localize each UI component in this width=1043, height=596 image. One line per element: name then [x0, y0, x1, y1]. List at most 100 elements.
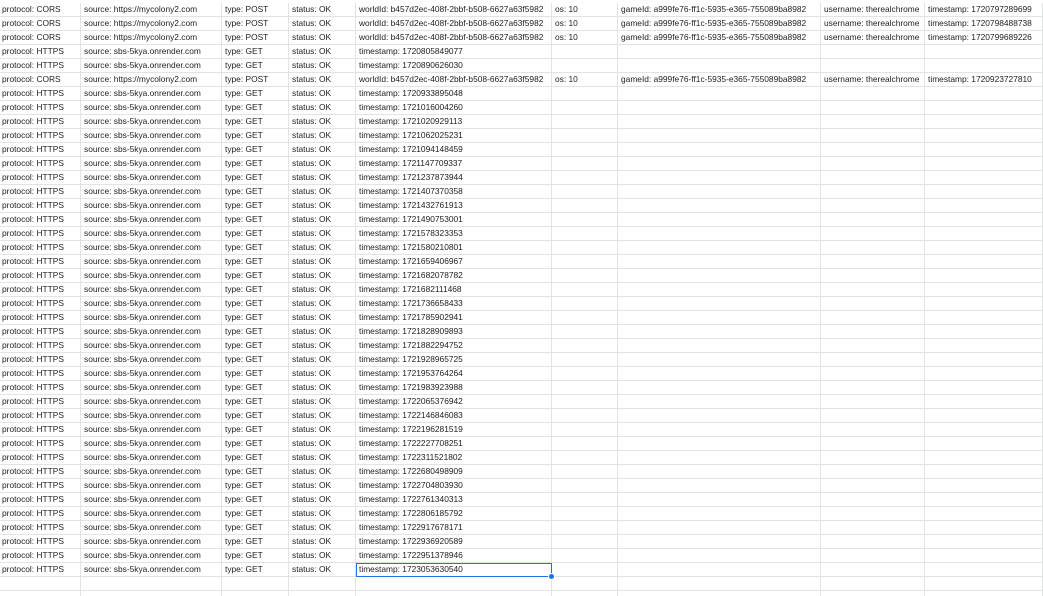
- table-cell[interactable]: [618, 101, 821, 115]
- table-cell[interactable]: status: OK: [289, 45, 356, 59]
- table-cell[interactable]: protocol: HTTPS: [0, 367, 81, 381]
- table-cell[interactable]: [925, 255, 1043, 269]
- table-cell[interactable]: [289, 577, 356, 591]
- table-cell[interactable]: type: GET: [222, 409, 289, 423]
- table-cell[interactable]: username: therealchrome: [821, 17, 925, 31]
- table-cell[interactable]: type: GET: [222, 479, 289, 493]
- table-cell[interactable]: [925, 171, 1043, 185]
- table-cell[interactable]: [552, 437, 618, 451]
- table-cell[interactable]: type: GET: [222, 115, 289, 129]
- table-cell[interactable]: [552, 157, 618, 171]
- table-cell[interactable]: source: sbs-5kya.onrender.com: [81, 521, 222, 535]
- table-cell[interactable]: status: OK: [289, 353, 356, 367]
- table-cell[interactable]: timestamp: 1721953764264: [356, 367, 552, 381]
- table-cell[interactable]: type: GET: [222, 521, 289, 535]
- table-cell[interactable]: source: sbs-5kya.onrender.com: [81, 129, 222, 143]
- table-cell[interactable]: status: OK: [289, 549, 356, 563]
- table-cell[interactable]: [552, 297, 618, 311]
- table-cell[interactable]: source: sbs-5kya.onrender.com: [81, 213, 222, 227]
- table-cell[interactable]: type: GET: [222, 437, 289, 451]
- table-cell[interactable]: source: sbs-5kya.onrender.com: [81, 465, 222, 479]
- table-cell[interactable]: timestamp: 1721882294752: [356, 339, 552, 353]
- table-cell[interactable]: [618, 535, 821, 549]
- table-cell[interactable]: status: OK: [289, 521, 356, 535]
- table-cell[interactable]: status: OK: [289, 241, 356, 255]
- table-cell[interactable]: timestamp: 1722196281519: [356, 423, 552, 437]
- table-cell[interactable]: [821, 157, 925, 171]
- table-cell[interactable]: status: OK: [289, 31, 356, 45]
- table-cell[interactable]: timestamp: 1721147709337: [356, 157, 552, 171]
- table-cell[interactable]: [821, 171, 925, 185]
- table-cell[interactable]: type: GET: [222, 185, 289, 199]
- table-cell[interactable]: [552, 171, 618, 185]
- table-cell[interactable]: [925, 451, 1043, 465]
- table-cell[interactable]: [925, 577, 1043, 591]
- table-cell[interactable]: type: GET: [222, 311, 289, 325]
- table-cell[interactable]: timestamp: 1720933895048: [356, 87, 552, 101]
- table-cell[interactable]: protocol: HTTPS: [0, 395, 81, 409]
- table-cell[interactable]: timestamp: 1721736658433: [356, 297, 552, 311]
- table-cell[interactable]: type: POST: [222, 3, 289, 17]
- table-cell[interactable]: [552, 227, 618, 241]
- table-cell[interactable]: timestamp: 1721983923988: [356, 381, 552, 395]
- table-cell[interactable]: status: OK: [289, 381, 356, 395]
- table-cell[interactable]: timestamp: 1721407370358: [356, 185, 552, 199]
- table-cell[interactable]: protocol: HTTPS: [0, 563, 81, 577]
- table-cell[interactable]: source: sbs-5kya.onrender.com: [81, 199, 222, 213]
- table-cell[interactable]: source: sbs-5kya.onrender.com: [81, 493, 222, 507]
- table-cell[interactable]: [81, 591, 222, 596]
- table-cell[interactable]: [925, 143, 1043, 157]
- table-cell[interactable]: type: GET: [222, 143, 289, 157]
- table-cell[interactable]: source: sbs-5kya.onrender.com: [81, 227, 222, 241]
- table-cell[interactable]: [552, 493, 618, 507]
- table-cell[interactable]: type: GET: [222, 129, 289, 143]
- table-cell[interactable]: source: sbs-5kya.onrender.com: [81, 143, 222, 157]
- table-cell[interactable]: [356, 577, 552, 591]
- table-cell[interactable]: protocol: HTTPS: [0, 255, 81, 269]
- table-cell[interactable]: protocol: HTTPS: [0, 311, 81, 325]
- table-cell[interactable]: [821, 311, 925, 325]
- table-cell[interactable]: [821, 325, 925, 339]
- table-cell[interactable]: [925, 437, 1043, 451]
- table-cell[interactable]: timestamp: 1722936920589: [356, 535, 552, 549]
- spreadsheet-grid[interactable]: protocol: CORS source: https://mycolony2.…: [0, 0, 1043, 596]
- table-cell[interactable]: [618, 437, 821, 451]
- table-cell[interactable]: worldId: b457d2ec-408f-2bbf-b508-6627a63…: [356, 17, 552, 31]
- table-cell[interactable]: protocol: HTTPS: [0, 185, 81, 199]
- table-cell[interactable]: [552, 367, 618, 381]
- table-cell[interactable]: protocol: HTTPS: [0, 353, 81, 367]
- table-cell[interactable]: source: sbs-5kya.onrender.com: [81, 549, 222, 563]
- table-cell[interactable]: timestamp: 1721828909893: [356, 325, 552, 339]
- table-cell[interactable]: [618, 549, 821, 563]
- table-cell[interactable]: username: therealchrome: [821, 73, 925, 87]
- table-cell[interactable]: timestamp: 1721659406967: [356, 255, 552, 269]
- table-cell[interactable]: status: OK: [289, 395, 356, 409]
- table-cell[interactable]: [925, 297, 1043, 311]
- table-cell[interactable]: [925, 409, 1043, 423]
- table-cell[interactable]: type: GET: [222, 171, 289, 185]
- table-cell[interactable]: type: GET: [222, 87, 289, 101]
- table-cell[interactable]: [925, 325, 1043, 339]
- table-cell[interactable]: timestamp: 1721490753001: [356, 213, 552, 227]
- table-cell[interactable]: timestamp: 1721785902941: [356, 311, 552, 325]
- table-cell[interactable]: [821, 591, 925, 596]
- table-cell[interactable]: [618, 129, 821, 143]
- table-cell[interactable]: status: OK: [289, 143, 356, 157]
- table-cell[interactable]: status: OK: [289, 367, 356, 381]
- table-cell[interactable]: status: OK: [289, 115, 356, 129]
- table-cell[interactable]: [222, 577, 289, 591]
- table-cell[interactable]: [821, 437, 925, 451]
- table-cell[interactable]: [925, 535, 1043, 549]
- table-cell[interactable]: [821, 59, 925, 73]
- table-cell[interactable]: status: OK: [289, 101, 356, 115]
- table-cell[interactable]: type: GET: [222, 283, 289, 297]
- table-cell[interactable]: type: GET: [222, 101, 289, 115]
- table-cell[interactable]: [618, 311, 821, 325]
- table-cell[interactable]: type: GET: [222, 241, 289, 255]
- table-cell[interactable]: [618, 115, 821, 129]
- table-cell[interactable]: status: OK: [289, 423, 356, 437]
- table-cell[interactable]: protocol: HTTPS: [0, 213, 81, 227]
- table-cell[interactable]: timestamp: 1721062025231: [356, 129, 552, 143]
- table-cell[interactable]: protocol: HTTPS: [0, 437, 81, 451]
- table-cell[interactable]: source: sbs-5kya.onrender.com: [81, 241, 222, 255]
